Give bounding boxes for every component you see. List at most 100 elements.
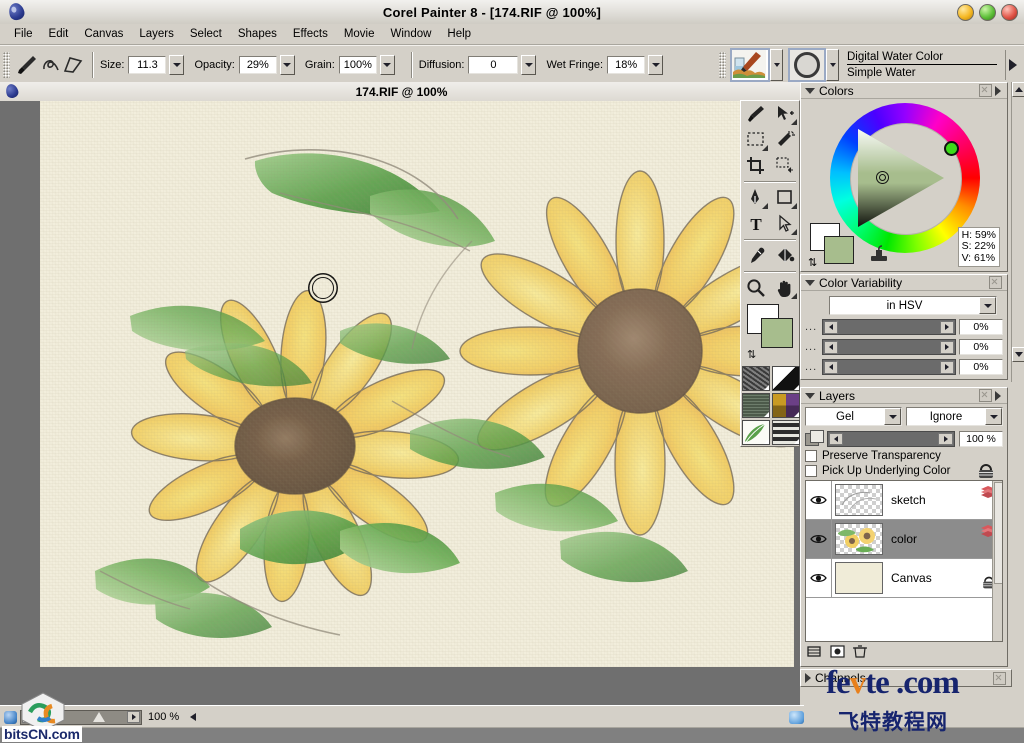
artwork-canvas[interactable]	[40, 101, 794, 667]
paper-selector-icon[interactable]	[742, 366, 770, 391]
slider-right-handle[interactable]	[940, 340, 954, 354]
scroll-up-button[interactable]	[1012, 82, 1024, 97]
variability-model-select[interactable]: in HSV	[829, 296, 997, 315]
menu-canvas[interactable]: Canvas	[76, 26, 131, 42]
value-variability-value[interactable]: 0%	[959, 359, 1003, 375]
hue-variability-value[interactable]: 0%	[959, 319, 1003, 335]
triangle-down-icon[interactable]	[805, 279, 815, 286]
slider-left-handle[interactable]	[824, 340, 838, 354]
layer-name[interactable]: sketch	[891, 493, 926, 507]
layer-opacity-value[interactable]: 100 %	[959, 430, 1003, 447]
preserve-transparency-row[interactable]: Preserve Transparency	[805, 450, 1003, 462]
chevron-down-icon[interactable]	[985, 408, 1002, 425]
close-box-icon[interactable]	[979, 389, 992, 402]
brush-category-label[interactable]: Digital Water Color	[847, 51, 997, 65]
shape-selection-tool[interactable]	[770, 211, 799, 237]
pick-up-underlying-color-checkbox[interactable]	[805, 465, 817, 477]
brush-jar-icon[interactable]	[730, 47, 770, 82]
crop-tool[interactable]	[741, 153, 770, 179]
gradient-selector-icon[interactable]	[772, 366, 800, 391]
weave-selector-icon[interactable]	[772, 393, 800, 418]
close-box-icon[interactable]	[993, 671, 1006, 685]
opacity-dropdown-arrow[interactable]	[279, 54, 295, 75]
hue-variability-slider[interactable]	[822, 319, 956, 335]
property-bar-grip[interactable]	[3, 51, 10, 78]
layer-list[interactable]: sketch color Canvas	[805, 480, 1003, 642]
value-variability-slider[interactable]	[822, 359, 956, 375]
minimize-button[interactable]	[957, 4, 974, 21]
dropper-tool[interactable]	[741, 243, 770, 269]
brush-icon[interactable]	[14, 53, 40, 77]
close-box-icon[interactable]	[989, 276, 1002, 289]
maximize-button[interactable]	[979, 4, 996, 21]
pick-up-underlying-color-row[interactable]: Pick Up Underlying Color	[805, 465, 1003, 477]
menu-edit[interactable]: Edit	[41, 26, 77, 42]
text-tool[interactable]: T	[741, 211, 770, 237]
pen-tool[interactable]	[741, 185, 770, 211]
scroll-down-button[interactable]	[1012, 347, 1024, 362]
composite-depth-select[interactable]: Ignore	[906, 407, 1003, 426]
triangle-right-icon[interactable]	[995, 390, 1001, 401]
magnifier-tool[interactable]	[741, 275, 770, 301]
memory-blob-icon[interactable]	[789, 710, 804, 724]
slider-right-handle[interactable]	[940, 320, 954, 334]
menu-shapes[interactable]: Shapes	[230, 26, 285, 42]
brush-variant-label[interactable]: Simple Water	[847, 65, 997, 79]
layer-thumbnail[interactable]	[835, 562, 883, 594]
swap-colors-icon[interactable]: ⇅	[747, 348, 756, 361]
menu-select[interactable]: Select	[182, 26, 230, 42]
zoom-in-button[interactable]	[127, 711, 140, 723]
triangle-down-icon[interactable]	[805, 87, 815, 94]
size-input[interactable]: 11.3	[128, 55, 167, 74]
table-row[interactable]: sketch	[806, 481, 1002, 520]
color-variability-header[interactable]: Color Variability	[801, 275, 1007, 291]
pattern-selector-icon[interactable]	[742, 393, 770, 418]
diffusion-dropdown-arrow[interactable]	[521, 54, 537, 75]
diffusion-input[interactable]: 0	[468, 55, 519, 74]
nozzle-selector-icon[interactable]	[742, 420, 770, 445]
layer-opacity-slider[interactable]	[827, 430, 955, 447]
right-arrow-icon[interactable]	[1005, 49, 1020, 80]
triangle-down-icon[interactable]	[805, 392, 815, 399]
wet-fringe-dropdown-arrow[interactable]	[648, 54, 664, 75]
sv-selector-dot[interactable]	[876, 171, 889, 184]
paint-bucket-tool[interactable]	[770, 243, 799, 269]
wet-fringe-input[interactable]: 18%	[607, 55, 646, 74]
close-box-icon[interactable]	[979, 84, 992, 97]
size-dropdown-arrow[interactable]	[169, 54, 185, 75]
grain-input[interactable]: 100%	[338, 55, 377, 74]
menu-movie[interactable]: Movie	[336, 26, 383, 42]
brush-tool[interactable]	[741, 101, 770, 127]
triangle-right-icon[interactable]	[805, 673, 811, 683]
canvas-viewport[interactable]	[0, 101, 800, 716]
rectangular-shape-tool[interactable]	[770, 185, 799, 211]
menu-window[interactable]: Window	[383, 26, 440, 42]
look-selector-icon[interactable]	[772, 420, 800, 445]
grain-dropdown-arrow[interactable]	[379, 54, 395, 75]
layer-thumbnail[interactable]	[835, 523, 883, 555]
menu-help[interactable]: Help	[439, 26, 479, 42]
hue-selector-dot[interactable]	[944, 141, 959, 156]
table-row[interactable]: Canvas	[806, 559, 1002, 598]
saturation-variability-slider[interactable]	[822, 339, 956, 355]
chevron-down-icon[interactable]	[979, 297, 996, 314]
opacity-input[interactable]: 29%	[238, 55, 277, 74]
slider-right-handle[interactable]	[940, 360, 954, 374]
clone-color-icon[interactable]	[868, 243, 890, 265]
layer-name[interactable]: Canvas	[891, 571, 932, 585]
magic-wand-tool[interactable]	[770, 127, 799, 153]
additional-color-swatch[interactable]	[824, 236, 854, 264]
rectangular-selection-tool[interactable]	[741, 127, 770, 153]
layer-thumbnail[interactable]	[835, 484, 883, 516]
delete-layer-icon[interactable]	[851, 644, 869, 662]
color-swatches[interactable]: ⇅	[808, 223, 864, 269]
layer-adjuster-tool[interactable]	[770, 101, 799, 127]
layer-visibility-toggle[interactable]	[806, 520, 832, 558]
document-title-bar[interactable]: 174.RIF @ 100%	[0, 82, 800, 102]
layer-name[interactable]: color	[891, 532, 917, 546]
slider-left-handle[interactable]	[824, 320, 838, 334]
swap-colors-icon[interactable]: ⇅	[808, 256, 817, 269]
brush-category-dropdown-arrow[interactable]	[770, 48, 783, 81]
brush-variant-dropdown-arrow[interactable]	[826, 48, 839, 81]
menu-file[interactable]: File	[6, 26, 41, 42]
